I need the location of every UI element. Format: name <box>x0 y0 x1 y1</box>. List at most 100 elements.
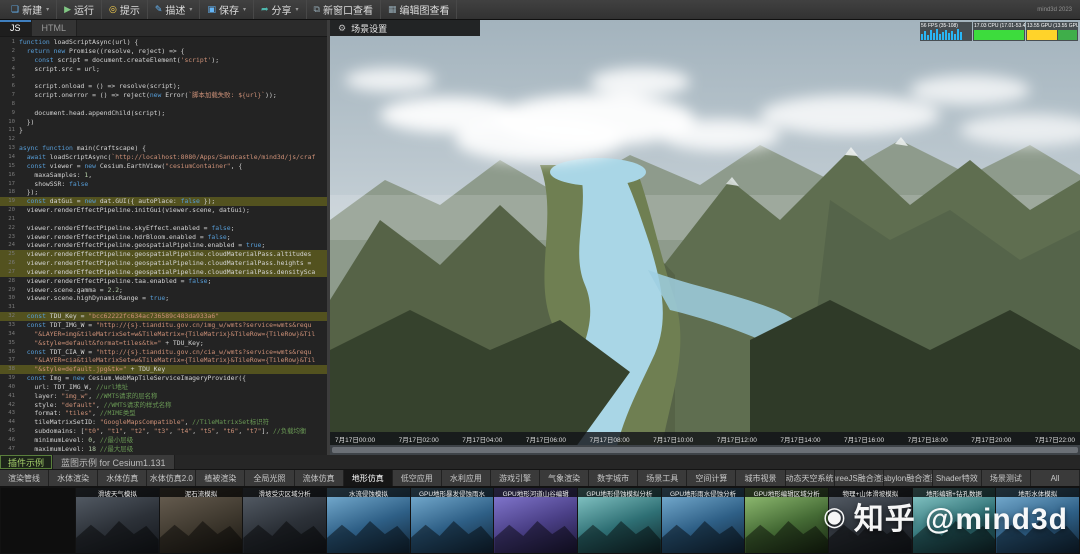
thumbnail-caption: 物理+山体滑坡模拟 <box>829 488 912 497</box>
thumbnail-caption: 地形水体模拟 <box>996 488 1080 497</box>
code-text: layer: "img_w", //WMTS请求的层名称 <box>19 391 158 400</box>
category-tab-5[interactable]: 全局光照 <box>245 470 295 486</box>
toolbar-button-run[interactable]: ▶ 运行 <box>57 0 103 19</box>
category-tab-15[interactable]: 城市视景 <box>736 470 786 486</box>
examples-panel: 插件示例 蓝图示例 for Cesium1.131 渲染管线 水体渲染 水体仿真 水体仿… <box>0 455 1080 554</box>
code-line: 33 const TDT_IMG_W = "http://{s}.tiandit… <box>0 321 327 330</box>
category-tab-17[interactable]: ThreeJS融合渲染 <box>834 470 884 486</box>
main-toolbar: ❏ 新建 ▾ ▶ 运行 ◎ 提示 ✎ 描述 ▾ ▣ 保存 ▾ ➦ 分享 ▾ ⧉ 新窗口查看 ▦ 编辑图查看 mind3d… <box>0 0 1080 20</box>
toolbar-button-new[interactable]: ❏ 新建 ▾ <box>4 0 58 19</box>
code-line: 5 <box>0 73 327 82</box>
code-text: const datGui = new dat.GUI({ autoPlace: … <box>26 197 216 206</box>
line-number: 39 <box>8 375 15 382</box>
line-number: 32 <box>8 313 15 320</box>
category-tab-19[interactable]: Shader特效 <box>932 470 982 486</box>
example-thumbnail-10[interactable]: 地形编辑+钻孔数据 <box>912 488 996 553</box>
toolbar-button-hint[interactable]: ◎ 提示 <box>102 0 148 19</box>
category-tab-7[interactable]: 地形仿真 <box>343 470 393 486</box>
code-line: 41 layer: "img_w", //WMTS请求的层名称 <box>0 392 327 401</box>
example-thumbnail-3[interactable]: 水流侵蚀模拟 <box>327 488 410 553</box>
category-tab-4[interactable]: 植被渲染 <box>196 470 246 486</box>
code-line: 8 <box>0 100 327 109</box>
save-icon: ▣ <box>207 4 216 14</box>
toolbar-button-label: 新窗口查看 <box>322 6 373 17</box>
code-text: await loadScriptAsync(`http://localhost:… <box>26 152 316 161</box>
example-thumbnail-2[interactable]: 滑坡受灾区域分析 <box>243 488 327 553</box>
thumbnail-gutter <box>1 488 75 553</box>
example-thumbnail-7[interactable]: GPU地形雨水侵蚀分析 <box>661 488 745 553</box>
gpu-meter-label: 13.55 GPU (13.55 GPU) <box>1027 23 1078 29</box>
category-tab-2[interactable]: 水体仿真 <box>98 470 148 486</box>
example-thumbnail-0[interactable]: 滑坡天气模拟 <box>76 488 159 553</box>
category-tab-18[interactable]: Babylon融合渲染 <box>883 470 933 486</box>
editor-tab-bar: JS HTML <box>0 20 327 37</box>
category-tab-12[interactable]: 数字城市 <box>589 470 639 486</box>
example-thumbnail-6[interactable]: GPU地形侵蚀模拟分析 <box>578 488 661 553</box>
toolbar-button-share[interactable]: ➦ 分享 ▾ <box>254 0 307 19</box>
toolbar-button-new-window[interactable]: ⧉ 新窗口查看 <box>307 0 381 19</box>
code-line: 7 script.onerror = () => reject(new Erro… <box>0 91 327 100</box>
code-text: script.onerror = () => reject(new Error(… <box>19 91 277 100</box>
code-line: 34 "&LAYER=img&tileMatrixSet=w&TileMatri… <box>0 330 327 339</box>
editor-tab-html[interactable]: HTML <box>31 20 78 36</box>
category-tab-8[interactable]: 低空应用 <box>392 470 442 486</box>
code-line: 45 subdomains: ["t0", "t1", "t2", "t3", … <box>0 427 327 436</box>
line-number: 4 <box>11 65 15 72</box>
code-text: viewer.scene.highDynamicRange = true; <box>19 294 170 303</box>
category-tab-10[interactable]: 游戏引擎 <box>490 470 541 486</box>
example-thumbnail-5[interactable]: GPU地形河道山谷编辑 <box>494 488 578 553</box>
line-number: 9 <box>11 109 15 116</box>
category-tab-0[interactable]: 渲染管线 <box>0 470 50 486</box>
example-thumbnail-9[interactable]: 物理+山体滑坡模拟 <box>829 488 912 553</box>
describe-icon: ✎ <box>154 4 163 14</box>
line-number: 22 <box>8 224 15 231</box>
terrain-scene[interactable] <box>330 20 1080 455</box>
category-tab-21[interactable]: All <box>1030 470 1080 486</box>
example-thumbnail-4[interactable]: GPU地形暴发侵蚀雨水 <box>410 488 494 553</box>
line-number: 41 <box>8 392 15 399</box>
example-thumbnail-8[interactable]: GPU地形编辑区域分析 <box>745 488 829 553</box>
thumbnail-caption: GPU地形侵蚀模拟分析 <box>578 488 661 497</box>
new-window-icon: ⧉ <box>313 4 320 14</box>
category-tab-20[interactable]: 场景测试 <box>981 470 1031 486</box>
editor-tab-js[interactable]: JS <box>0 20 32 36</box>
code-line: 26 viewer.renderEffectPipeline.geospatia… <box>0 259 327 268</box>
category-tab-11[interactable]: 气象渲染 <box>540 470 590 486</box>
examples-tab-1[interactable]: 蓝图示例 for Cesium1.131 <box>53 455 175 469</box>
code-area[interactable]: 1 function loadScriptAsync(url) {2 return… <box>0 37 327 455</box>
examples-tab-0[interactable]: 插件示例 <box>0 455 54 469</box>
toolbar-button-edit-view[interactable]: ▦ 编辑图查看 <box>381 0 458 19</box>
scene-settings-button[interactable]: ⚙ 场景设置 <box>330 20 480 36</box>
code-line: 35 "&style=default&format=tiles&tk=" + T… <box>0 339 327 348</box>
timeline-scrollbar[interactable] <box>330 445 1080 455</box>
code-text: const script = document.createElement('s… <box>34 55 220 64</box>
category-tab-13[interactable]: 场景工具 <box>638 470 688 486</box>
line-number: 40 <box>8 383 15 390</box>
toolbar-button-describe[interactable]: ✎ 描述 ▾ <box>148 0 201 19</box>
code-text: "&LAYER=cia&tileMatrixSet=w&TileMatrix={… <box>34 356 316 365</box>
cpu-meter-label: 17.03 CPU (17.01-53.48) <box>974 23 1025 29</box>
category-tab-1[interactable]: 水体渲染 <box>49 470 99 486</box>
category-tab-6[interactable]: 流体仿真 <box>294 470 344 486</box>
line-number: 15 <box>8 162 15 169</box>
category-tab-3[interactable]: 水体仿真2.0 <box>147 470 197 486</box>
code-line: 32 const TDU_Key = "bcc62222fc634ac73658… <box>0 312 327 321</box>
line-number: 13 <box>8 145 15 152</box>
timeline-bar[interactable]: 7月17日00:00 7月17日02:00 7月17日04:00 7月17日06:00… <box>330 432 1080 445</box>
toolbar-button-save[interactable]: ▣ 保存 ▾ <box>200 0 254 19</box>
code-line: 43 format: "tiles", //MIME类型 <box>0 409 327 418</box>
timeline-scrollbar-handle[interactable] <box>332 447 1078 453</box>
code-line: 10 }) <box>0 118 327 127</box>
category-tab-14[interactable]: 空间计算 <box>687 470 737 486</box>
code-text: function loadScriptAsync(url) { <box>19 38 139 46</box>
code-text: document.head.appendChild(script); <box>19 108 166 117</box>
code-line: 39 const Img = new Cesium.WebMapTileServ… <box>0 374 327 383</box>
scene-settings-label: 场景设置 <box>351 23 388 34</box>
category-tab-16[interactable]: 动态天空系统 <box>785 470 835 486</box>
category-tab-9[interactable]: 水利应用 <box>441 470 491 486</box>
example-thumbnail-1[interactable]: 泥石流模拟 <box>159 488 243 553</box>
line-number: 37 <box>8 357 15 364</box>
toolbar-button-label: 运行 <box>74 6 95 17</box>
line-number: 31 <box>8 304 15 311</box>
example-thumbnail-11[interactable]: 地形水体模拟 <box>996 488 1080 553</box>
